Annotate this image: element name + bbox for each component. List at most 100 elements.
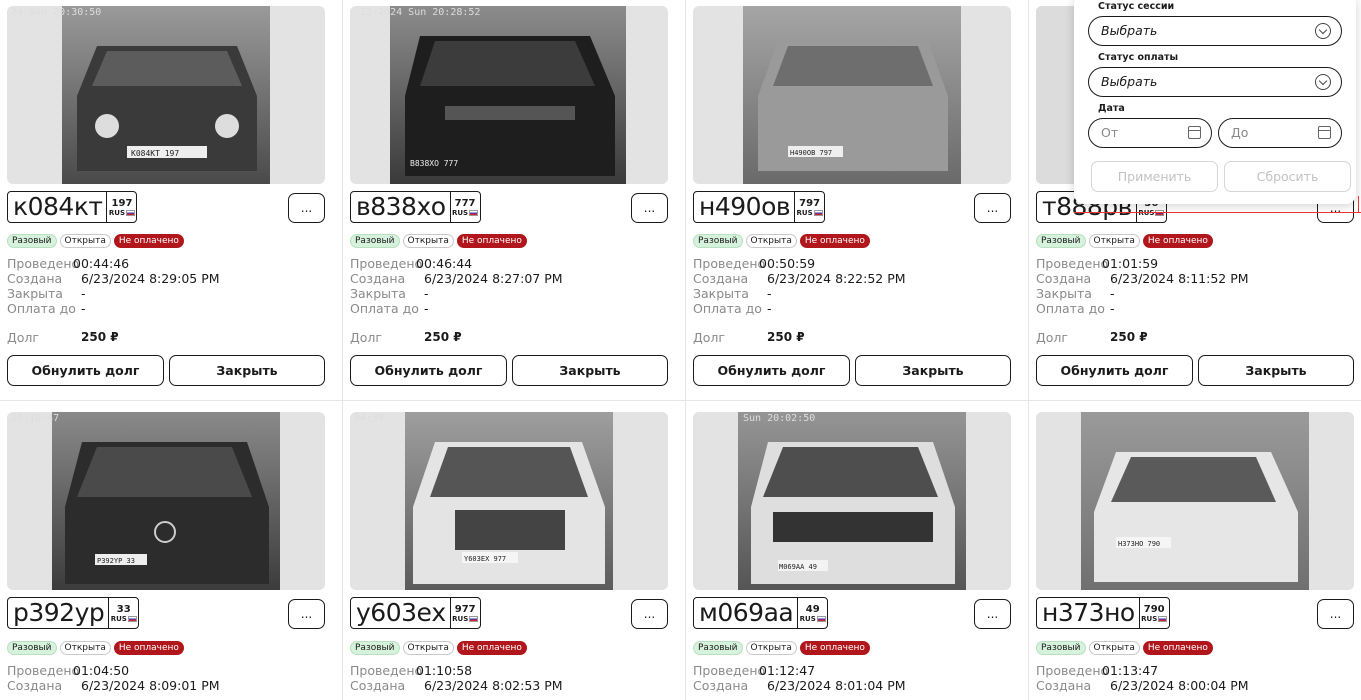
reset-debt-button[interactable]: Обнулить долг xyxy=(1036,355,1193,386)
session-card: 24 Sun 20:30:50 K084KT 197 к084кт 197 RU… xyxy=(0,0,343,400)
debt-value: 250 ₽ xyxy=(1110,330,1148,344)
session-status-badge: Открыта xyxy=(59,641,111,655)
closed-label: Закрыта xyxy=(350,286,406,301)
country-code: RUS xyxy=(110,614,127,623)
elapsed-value: 01:01:59 xyxy=(1102,256,1159,271)
debt-label: Долг xyxy=(350,330,382,345)
session-details: Проведено 01:01:59 Создана 6/23/2024 8:11:… xyxy=(1036,256,1249,316)
russia-flag-icon xyxy=(813,209,823,216)
type-badge: Разовый xyxy=(7,641,57,655)
license-plate: м069аа 49 RUS xyxy=(693,597,829,629)
plate-region: 777 RUS xyxy=(449,192,480,222)
created-value: 6/23/2024 8:29:05 PM xyxy=(81,271,220,286)
created-value: 6/23/2024 8:27:07 PM xyxy=(424,271,563,286)
reset-debt-button[interactable]: Обнулить долг xyxy=(693,355,850,386)
debt-row: Долг 250 ₽ xyxy=(350,330,462,345)
car-photo[interactable]: H373HO 790 xyxy=(1036,412,1354,590)
session-status-badge: Открыта xyxy=(745,641,797,655)
elapsed-label: Проведено xyxy=(693,256,766,271)
payment-status-select[interactable]: Выбрать xyxy=(1088,67,1342,97)
more-button[interactable]: ... xyxy=(1317,599,1354,629)
license-plate: н490ов 797 RUS xyxy=(693,191,826,223)
region-code: 790 xyxy=(1143,603,1165,615)
calendar-icon[interactable] xyxy=(1318,126,1331,139)
plate-region: 197 RUS xyxy=(106,192,136,222)
camera-timestamp: 24 Sun 20:30:50 xyxy=(11,7,101,18)
payment-status-badge: Не оплачено xyxy=(799,641,870,655)
car-photo[interactable]: 20:10:47 P392YP 33 xyxy=(7,412,325,590)
plate-region: 49 RUS xyxy=(797,598,827,628)
more-button[interactable]: ... xyxy=(974,599,1011,629)
close-session-button[interactable]: Закрыть xyxy=(512,355,668,386)
session-card: H490OB 797 н490ов 797 RUS ... Разовый От… xyxy=(686,0,1029,400)
car-photo[interactable]: -23-2024 Sun 20:28:52 B838XO 777 xyxy=(350,6,668,184)
session-details: Проведено 01:13:47 Создана 6/23/2024 8:00:… xyxy=(1036,663,1249,693)
russia-flag-icon xyxy=(816,615,826,622)
session-details: Проведено 01:12:47 Создана 6/23/2024 8:01:… xyxy=(693,663,906,693)
pay-until-label: Оплата до xyxy=(693,301,762,316)
russia-flag-icon xyxy=(127,615,137,622)
plate-region: 790 RUS xyxy=(1138,598,1169,628)
more-button[interactable]: ... xyxy=(288,599,325,629)
created-value: 6/23/2024 8:09:01 PM xyxy=(81,678,220,693)
type-badge: Разовый xyxy=(1036,234,1086,248)
close-session-button[interactable]: Закрыть xyxy=(1198,355,1354,386)
close-session-button[interactable]: Закрыть xyxy=(169,355,325,386)
session-status-select[interactable]: Выбрать xyxy=(1088,16,1342,46)
elapsed-label: Проведено xyxy=(1036,256,1109,271)
debt-value: 250 ₽ xyxy=(767,330,805,344)
debt-label: Долг xyxy=(1036,330,1068,345)
session-card: Sun 20:02:50 M069AA 49 м069аа 49 RUS ...… xyxy=(686,400,1029,700)
date-from-placeholder: От xyxy=(1101,125,1119,140)
reset-debt-button[interactable]: Обнулить долг xyxy=(7,355,164,386)
pay-until-label: Оплата до xyxy=(7,301,76,316)
session-status-label: Статус сессии xyxy=(1098,1,1175,12)
pay-until-value: - xyxy=(81,301,86,316)
elapsed-label: Проведено xyxy=(350,256,423,271)
plate-number: м069аа xyxy=(699,598,794,627)
session-details: Проведено 00:44:46 Создана 6/23/2024 8:29:… xyxy=(7,256,220,316)
reset-filter-button[interactable]: Сбросить xyxy=(1224,161,1351,192)
elapsed-value: 01:13:47 xyxy=(1102,663,1159,678)
calendar-icon[interactable] xyxy=(1188,126,1201,139)
session-card: -23-2024 Sun 20:28:52 B838XO 777 в838хо … xyxy=(343,0,686,400)
session-details: Проведено 00:50:59 Создана 6/23/2024 8:22:… xyxy=(693,256,906,316)
more-button[interactable]: ... xyxy=(631,599,668,629)
plate-number: р392ур xyxy=(13,598,105,627)
date-to-input[interactable]: До xyxy=(1218,118,1342,148)
session-status-badge: Открыта xyxy=(402,234,454,248)
apply-filter-button[interactable]: Применить xyxy=(1091,161,1218,192)
more-button[interactable]: ... xyxy=(974,193,1011,223)
date-label: Дата xyxy=(1098,103,1125,114)
reset-debt-button[interactable]: Обнулить долг xyxy=(350,355,507,386)
country-code: RUS xyxy=(108,208,126,217)
region-code: 33 xyxy=(116,603,131,615)
region-code: 197 xyxy=(111,197,133,209)
car-photo[interactable]: H490OB 797 xyxy=(693,6,1011,184)
elapsed-value: 00:46:44 xyxy=(416,256,473,271)
more-button[interactable]: ... xyxy=(288,193,325,223)
session-status-badge: Открыта xyxy=(1088,641,1140,655)
car-photo[interactable]: Sun 20:02:50 M069AA 49 xyxy=(693,412,1011,590)
payment-status-badge: Не оплачено xyxy=(113,234,184,248)
session-details: Проведено 01:10:58 Создана 6/23/2024 8:02:… xyxy=(350,663,563,693)
created-label: Создана xyxy=(1036,271,1092,286)
car-photo[interactable]: 04:39 Y603EX 977 xyxy=(350,412,668,590)
country-code: RUS xyxy=(451,208,469,217)
debt-row: Долг 250 ₽ xyxy=(7,330,119,345)
payment-status-badge: Не оплачено xyxy=(1142,234,1213,248)
license-plate: н373но 790 RUS xyxy=(1036,597,1170,629)
debt-value: 250 ₽ xyxy=(424,330,462,344)
session-status-badge: Открыта xyxy=(1088,234,1140,248)
status-badges: Разовый Открыта Не оплачено xyxy=(7,641,184,655)
status-badges: Разовый Открыта Не оплачено xyxy=(7,234,184,248)
license-plate: у603ех 977 RUS xyxy=(350,597,481,629)
date-from-input[interactable]: От xyxy=(1088,118,1212,148)
more-button[interactable]: ... xyxy=(631,193,668,223)
close-session-button[interactable]: Закрыть xyxy=(855,355,1011,386)
popup-outline xyxy=(1074,212,1361,213)
closed-label: Закрыта xyxy=(7,286,63,301)
session-details: Проведено 01:04:50 Создана 6/23/2024 8:09:… xyxy=(7,663,220,693)
date-to-placeholder: До xyxy=(1231,125,1249,140)
car-photo[interactable]: 24 Sun 20:30:50 K084KT 197 xyxy=(7,6,325,184)
